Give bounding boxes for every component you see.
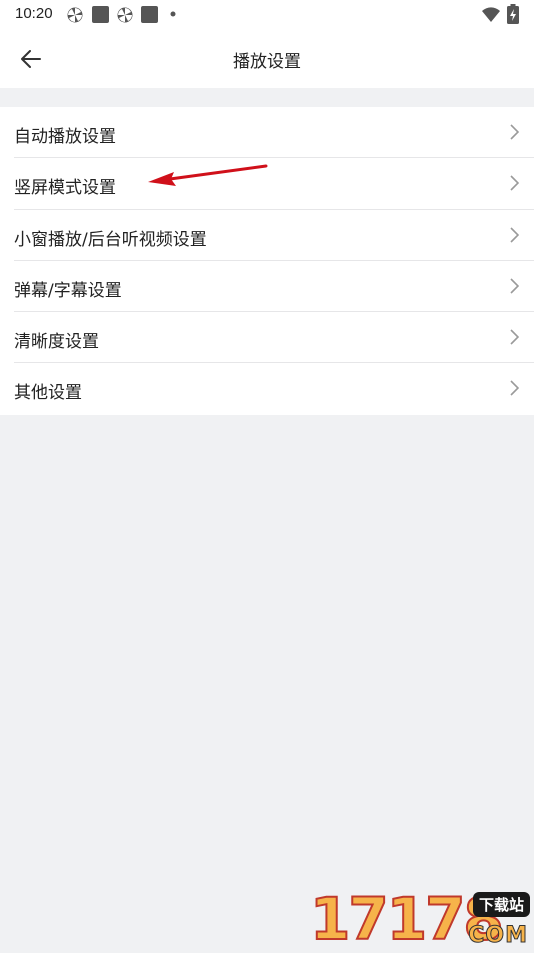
dot-icon [170, 11, 176, 17]
chevron-right-icon [510, 329, 519, 345]
settings-item-label: 弹幕/字幕设置 [14, 280, 122, 301]
settings-item-autoplay[interactable]: 自动播放设置 [0, 107, 534, 159]
chevron-right-icon [510, 278, 519, 294]
watermark-badge: 下载站 [472, 892, 530, 917]
settings-item-label: 自动播放设置 [14, 127, 116, 147]
settings-item-label: 其他设置 [14, 383, 82, 404]
watermark-domain: COM [468, 923, 528, 949]
app-bar: 播放设置 [0, 30, 534, 88]
settings-item-label: 小窗播放/后台听视频设置 [14, 229, 207, 250]
page-title: 播放设置 [233, 52, 301, 72]
square-icon [141, 6, 158, 23]
settings-list: 自动播放设置 竖屏模式设置 小窗播放/后台听视频设置 弹幕/字幕设置 清晰度设置… [0, 107, 534, 415]
settings-item-other[interactable]: 其他设置 [0, 363, 534, 414]
settings-item-resolution[interactable]: 清晰度设置 [0, 312, 534, 364]
watermark-logo: 17178 下载站 COM [308, 887, 534, 951]
wifi-icon [482, 7, 500, 22]
settings-item-danmaku-subtitles[interactable]: 弹幕/字幕设置 [0, 261, 534, 313]
status-bar: 10:20 [0, 0, 534, 30]
settings-item-label: 清晰度设置 [14, 332, 99, 353]
settings-item-portrait-mode[interactable]: 竖屏模式设置 [0, 158, 534, 210]
status-time: 10:20 [15, 5, 53, 22]
battery-charging-icon [507, 4, 519, 24]
chevron-right-icon [510, 227, 519, 243]
chevron-right-icon [510, 380, 519, 397]
chevron-right-icon [510, 175, 519, 191]
chevron-right-icon [510, 124, 519, 140]
settings-item-label: 竖屏模式设置 [14, 178, 116, 199]
square-icon [92, 6, 109, 23]
settings-item-mini-window[interactable]: 小窗播放/后台听视频设置 [0, 210, 534, 261]
pinwheel-icon [67, 7, 83, 23]
pinwheel-icon [117, 7, 133, 23]
